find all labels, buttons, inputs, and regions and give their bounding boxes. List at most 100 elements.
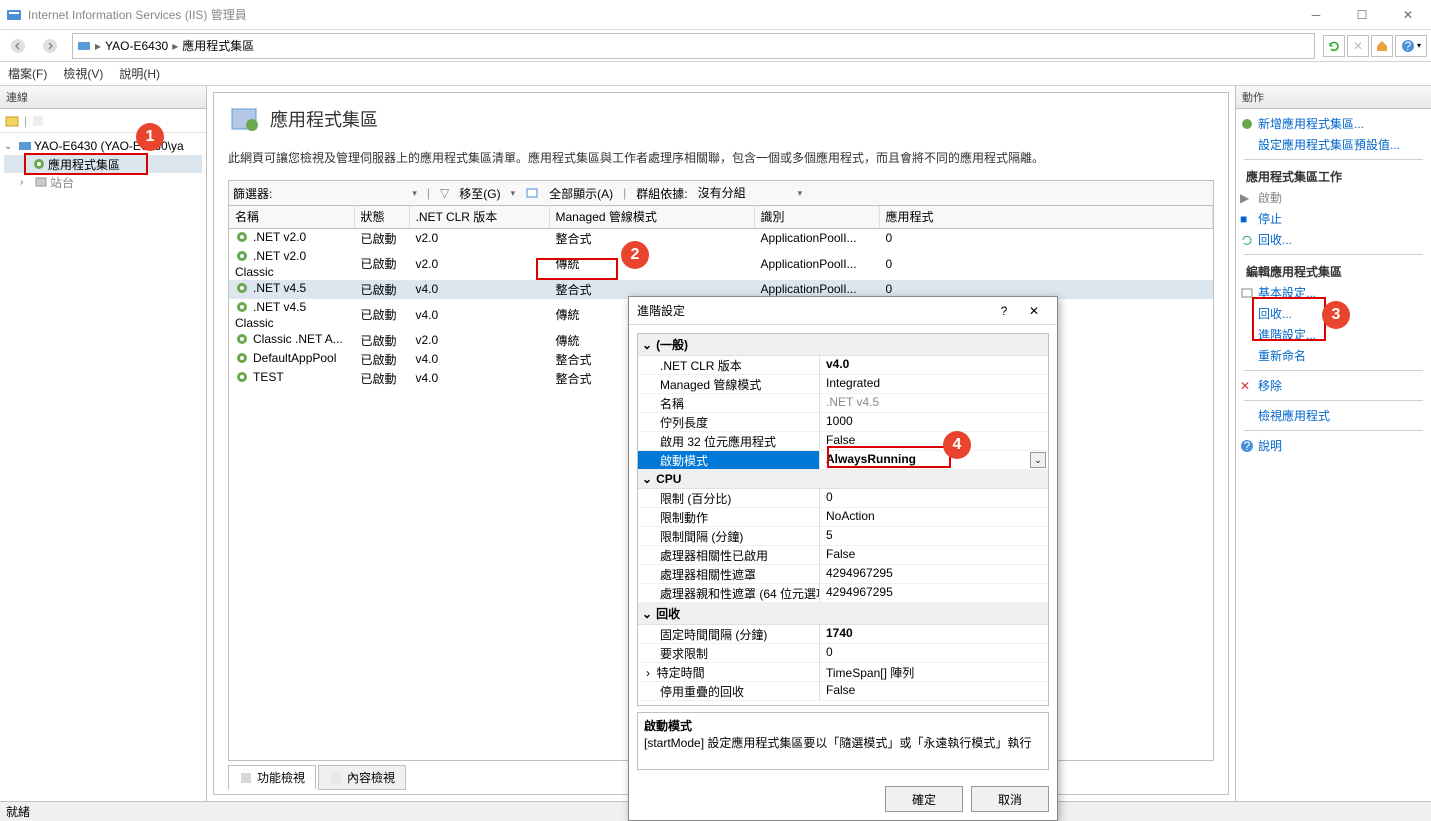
server-icon: [18, 139, 32, 153]
page-title: 應用程式集區: [270, 106, 378, 132]
action-help[interactable]: ?說明: [1236, 435, 1431, 456]
window-title: Internet Information Services (IIS) 管理員: [28, 6, 1293, 23]
filter-go[interactable]: 移至(G): [459, 185, 500, 202]
refresh-button[interactable]: [1323, 35, 1345, 57]
action-recycle[interactable]: 回收...: [1236, 229, 1431, 250]
apppool-icon: [32, 157, 46, 171]
menu-help[interactable]: 說明(H): [119, 65, 160, 82]
help-dropdown-button[interactable]: ?▾: [1395, 35, 1427, 57]
stop-button[interactable]: ✕: [1347, 35, 1369, 57]
window-title-bar: Internet Information Services (IIS) 管理員 …: [0, 0, 1431, 30]
sites-icon: [34, 175, 48, 189]
connections-tree[interactable]: ⌄ YAO-E6430 (YAO-E6430\ya 應用程式集區 › 站台 1: [0, 133, 206, 195]
prop-limitaction[interactable]: 限制動作NoAction: [638, 508, 1048, 527]
connections-refresh-icon[interactable]: [4, 113, 20, 129]
nav-forward-button[interactable]: [36, 32, 64, 60]
tab-content[interactable]: 內容檢視: [318, 765, 406, 790]
action-set-defaults[interactable]: 設定應用程式集區預設值...: [1236, 134, 1431, 155]
tree-host-node[interactable]: ⌄ YAO-E6430 (YAO-E6430\ya: [4, 137, 202, 155]
page-description: 此網頁可讓您檢視及管理伺服器上的應用程式集區清單。應用程式集區與工作者處理序相關…: [228, 149, 1214, 166]
dialog-title: 進階設定: [637, 302, 989, 319]
minimize-button[interactable]: ─: [1293, 0, 1339, 29]
col-clr[interactable]: .NET CLR 版本: [409, 206, 549, 228]
connections-toolbar: |: [0, 109, 206, 133]
filter-showall-icon[interactable]: [525, 186, 539, 200]
prop-limit[interactable]: 限制 (百分比)0: [638, 489, 1048, 508]
filter-groupby-value[interactable]: 沒有分組: [698, 184, 788, 202]
maximize-button[interactable]: ☐: [1339, 0, 1385, 29]
col-name[interactable]: 名稱: [229, 206, 354, 228]
action-view-apps[interactable]: 檢視應用程式: [1236, 405, 1431, 426]
svg-text:?: ?: [1405, 39, 1412, 53]
advanced-settings-dialog: 進階設定 ? ✕ ⌄(一般) .NET CLR 版本v4.0 Managed 管…: [628, 296, 1058, 821]
prop-smpmask64[interactable]: 處理器親和性遮罩 (64 位元選項4294967295: [638, 584, 1048, 603]
filter-go-icon[interactable]: ▽: [440, 186, 449, 200]
prop-periodictime[interactable]: 固定時間間隔 (分鐘)1740: [638, 625, 1048, 644]
property-grid[interactable]: ⌄(一般) .NET CLR 版本v4.0 Managed 管線模式Integr…: [637, 333, 1049, 706]
nav-back-button[interactable]: [4, 32, 32, 60]
menu-bar: 檔案(F) 檢視(V) 說明(H): [0, 62, 1431, 86]
table-row[interactable]: .NET v2.0已啟動v2.0整合式ApplicationPoolI...0: [229, 228, 1213, 248]
annotation-badge-4: 4: [943, 431, 971, 459]
property-help-box: 啟動模式 [startMode] 設定應用程式集區要以「隨選模式」或「永遠執行模…: [637, 712, 1049, 770]
prop-specifictime[interactable]: › 特定時間TimeSpan[] 陣列: [638, 663, 1048, 682]
dialog-help-button[interactable]: ?: [989, 304, 1019, 318]
tree-sites-node[interactable]: › 站台: [4, 173, 202, 191]
prop-group-cpu[interactable]: ⌄CPU: [638, 470, 1048, 489]
page-icon: [228, 103, 260, 135]
prop-smpmask[interactable]: 處理器相關性遮罩4294967295: [638, 565, 1048, 584]
prop-group-recycle[interactable]: ⌄回收: [638, 603, 1048, 625]
tree-apppools-node[interactable]: 應用程式集區: [4, 155, 202, 173]
prop-disableoverlap[interactable]: 停用重疊的回收False: [638, 682, 1048, 701]
prop-smpenabled[interactable]: 處理器相關性已啟用False: [638, 546, 1048, 565]
prop-clr[interactable]: .NET CLR 版本v4.0: [638, 356, 1048, 375]
col-identity[interactable]: 識別: [754, 206, 879, 228]
tab-features[interactable]: 功能檢視: [228, 765, 316, 790]
action-add-pool[interactable]: 新增應用程式集區...: [1236, 113, 1431, 134]
group-pool-tasks: 應用程式集區工作: [1236, 164, 1431, 187]
server-icon: [77, 39, 91, 53]
home-button[interactable]: [1371, 35, 1393, 57]
close-button[interactable]: ✕: [1385, 0, 1431, 29]
filter-bar: 篩選器: ▾ | ▽ 移至(G) ▾ 全部顯示(A) | 群組依據: 沒有分組 …: [228, 180, 1214, 206]
prop-pipeline[interactable]: Managed 管線模式Integrated: [638, 375, 1048, 394]
prop-enable32[interactable]: 啟用 32 位元應用程式False: [638, 432, 1048, 451]
action-start[interactable]: ▶啟動: [1236, 187, 1431, 208]
breadcrumb-host[interactable]: YAO-E6430: [105, 39, 168, 53]
breadcrumb-section[interactable]: 應用程式集區: [182, 37, 254, 54]
col-pipeline[interactable]: Managed 管線模式: [549, 206, 754, 228]
filter-label: 篩選器:: [233, 185, 272, 202]
table-row[interactable]: .NET v2.0 Classic已啟動v2.0傳統ApplicationPoo…: [229, 248, 1213, 280]
app-icon: [6, 7, 22, 23]
dialog-ok-button[interactable]: 確定: [885, 786, 963, 812]
connections-header: 連線: [0, 86, 206, 109]
prop-queue[interactable]: 佇列長度1000: [638, 413, 1048, 432]
col-apps[interactable]: 應用程式: [879, 206, 1213, 228]
recycle-icon: [1240, 233, 1254, 247]
prop-group-general[interactable]: ⌄(一般): [638, 334, 1048, 356]
action-remove[interactable]: ✕移除: [1236, 375, 1431, 396]
navigation-bar: ▸ YAO-E6430 ▸ 應用程式集區 ✕ ?▾: [0, 30, 1431, 62]
prop-limitinterval[interactable]: 限制間隔 (分鐘)5: [638, 527, 1048, 546]
filter-showall[interactable]: 全部顯示(A): [549, 185, 613, 202]
dialog-cancel-button[interactable]: 取消: [971, 786, 1049, 812]
delete-icon: ✕: [1240, 379, 1254, 393]
prop-requestlimit[interactable]: 要求限制0: [638, 644, 1048, 663]
dialog-close-button[interactable]: ✕: [1019, 304, 1049, 318]
filter-input[interactable]: [282, 186, 402, 200]
col-status[interactable]: 狀態: [354, 206, 409, 228]
action-rename[interactable]: 重新命名: [1236, 345, 1431, 366]
breadcrumb[interactable]: ▸ YAO-E6430 ▸ 應用程式集區: [72, 33, 1315, 59]
dropdown-icon[interactable]: ⌄: [1030, 452, 1046, 468]
actions-header: 動作: [1236, 86, 1431, 109]
stop-icon: ■: [1240, 212, 1254, 226]
menu-file[interactable]: 檔案(F): [8, 65, 47, 82]
action-stop[interactable]: ■停止: [1236, 208, 1431, 229]
connections-up-icon[interactable]: [31, 114, 45, 128]
prop-startmode[interactable]: 啟動模式AlwaysRunning⌄: [638, 451, 1048, 470]
menu-view[interactable]: 檢視(V): [63, 65, 103, 82]
status-text: 就緒: [6, 803, 30, 820]
annotation-badge-2: 2: [621, 241, 649, 269]
action-basic[interactable]: 基本設定...: [1236, 282, 1431, 303]
prop-name[interactable]: 名稱.NET v4.5: [638, 394, 1048, 413]
